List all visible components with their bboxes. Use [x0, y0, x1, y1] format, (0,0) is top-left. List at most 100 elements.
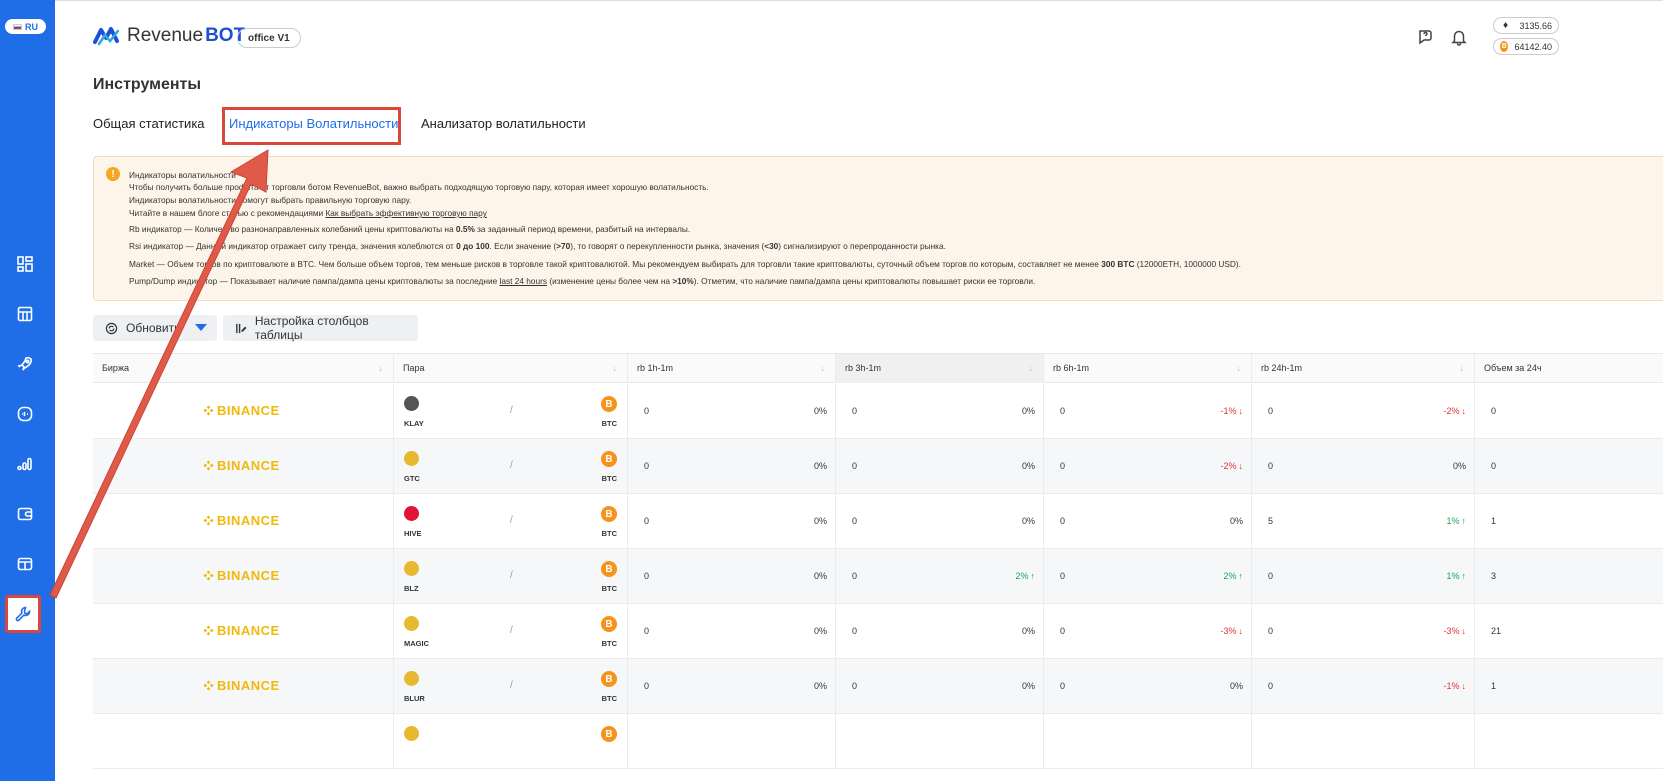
rocket-icon: [17, 356, 32, 371]
btc-icon: B: [601, 396, 617, 412]
sort-icon[interactable]: ↓: [1029, 354, 1034, 383]
help-button[interactable]: [1417, 28, 1437, 48]
revenuebot-logo[interactable]: Revenue BOT: [93, 24, 245, 48]
coin-icon: [404, 396, 419, 411]
sort-icon[interactable]: ↓: [379, 354, 384, 383]
rb3h-cell: 0 0%: [836, 384, 1044, 439]
coin-icon: [404, 506, 419, 521]
tab-general-stats[interactable]: Общая статистика: [93, 112, 205, 136]
sidebar-item-dashboard[interactable]: [14, 253, 36, 275]
rb6h-value: 0: [1060, 571, 1066, 581]
rb1h-cell: 0 0%: [628, 494, 836, 549]
exchange-cell: BINANCE: [93, 439, 394, 494]
column-header-rb24h[interactable]: rb 24h-1m ↓: [1252, 354, 1475, 383]
language-switch[interactable]: RU: [5, 19, 46, 34]
active-tab-highlight-box: [222, 107, 401, 145]
sort-icon[interactable]: ↓: [613, 354, 618, 383]
notice-rb: Rb индикатор — Количество разнонаправлен…: [129, 224, 691, 234]
rb6h-percent: -1% ↓: [1220, 406, 1243, 416]
column-header-rb6h[interactable]: rb 6h-1m ↓: [1044, 354, 1252, 383]
office-version-badge[interactable]: office V1: [237, 28, 301, 48]
btc-icon: B: [601, 726, 617, 742]
rb24h-value: 5: [1268, 516, 1274, 526]
column-header-volume-24h[interactable]: Объем за 24ч: [1475, 354, 1663, 383]
book-icon: [17, 557, 33, 571]
btc-icon: B: [601, 616, 617, 632]
btc-icon: B: [601, 561, 617, 577]
volume-cell: 0: [1475, 439, 1663, 494]
eth-balance[interactable]: ♦ 3135.66: [1493, 17, 1559, 34]
notifications-button[interactable]: [1450, 28, 1470, 48]
sidebar-item-docs[interactable]: [14, 553, 36, 575]
last-24-hours-link[interactable]: last 24 hours: [500, 276, 548, 286]
rb24h-value: 0: [1268, 626, 1274, 636]
rb1h-value: 0: [644, 681, 650, 691]
pair-cell: BLZ / B BTC: [394, 549, 628, 604]
tab-volatility-analyzer[interactable]: Анализатор волатильности: [421, 112, 586, 136]
rb6h-cell: [1044, 714, 1252, 769]
sidebar-item-terminal[interactable]: [14, 403, 36, 425]
rb1h-value: 0: [644, 461, 650, 471]
volume-value: 0: [1491, 406, 1497, 416]
btc-balance[interactable]: B 64142.40: [1493, 38, 1559, 55]
wrench-icon: [15, 606, 31, 622]
volume-value: 0: [1491, 461, 1497, 471]
sidebar-item-statistics[interactable]: [14, 453, 36, 475]
sidebar-item-bots[interactable]: [14, 353, 36, 375]
rb3h-cell: 0 2% ↑: [836, 549, 1044, 604]
rb3h-percent: 0%: [1021, 516, 1035, 526]
rb6h-cell: 0 -1% ↓: [1044, 384, 1252, 439]
rb1h-cell: 0 0%: [628, 604, 836, 659]
sidebar-item-store[interactable]: [14, 303, 36, 325]
binance-logo: BINANCE: [203, 458, 280, 473]
rb24h-cell: 0 -3% ↓: [1252, 604, 1475, 659]
exchange-name: BINANCE: [217, 458, 280, 473]
binance-logo: BINANCE: [203, 623, 280, 638]
notice-market: Market — Объем торгов по криптовалюте в …: [129, 259, 1241, 269]
sidebar-item-tools[interactable]: [5, 595, 41, 633]
table-row[interactable]: BINANCE BLZ / B BTC 0 0% 0 2%↑ 0 2%↑ 0: [93, 549, 1663, 604]
volume-cell: 0: [1475, 384, 1663, 439]
volume-value: 3: [1491, 571, 1497, 581]
blog-article-link[interactable]: Как выбрать эффективную торговую пару: [325, 208, 486, 218]
rb6h-value: 0: [1060, 681, 1066, 691]
trend-up-icon: ↑: [1238, 571, 1244, 581]
column-header-rb1h[interactable]: rb 1h-1m ↓: [628, 354, 836, 383]
table-row[interactable]: BINANCE HIVE / B BTC 0 0% 0 0% 0 0% 5 1%…: [93, 494, 1663, 549]
pair-separator: /: [510, 570, 513, 581]
volume-value: 21: [1491, 626, 1502, 636]
sidebar-item-wallet[interactable]: [14, 503, 36, 525]
coin-icon: [404, 726, 419, 741]
trend-down-icon: ↓: [1461, 681, 1467, 691]
table-row[interactable]: BINANCE KLAY / B BTC 0 0% 0 0% 0 -1%↓ 0: [93, 384, 1663, 439]
column-header-pair[interactable]: Пара ↓: [394, 354, 628, 383]
sort-icon[interactable]: ↓: [821, 354, 826, 383]
table-row[interactable]: BINANCE GTC / B BTC 0 0% 0 0% 0 -2%↓ 0: [93, 439, 1663, 494]
rb24h-percent: -1% ↓: [1443, 681, 1466, 691]
volume-cell: 1: [1475, 659, 1663, 714]
refresh-button[interactable]: Обновить: [93, 315, 217, 341]
rb24h-percent: 0%: [1452, 461, 1466, 471]
language-label: RU: [25, 21, 38, 32]
refresh-dropdown-caret-icon[interactable]: [195, 324, 207, 331]
column-header-rb3h[interactable]: rb 3h-1m ↓: [836, 354, 1044, 383]
table-columns-settings-button[interactable]: Настройка столбцов таблицы: [223, 314, 418, 342]
columns-settings-label: Настройка столбцов таблицы: [254, 314, 369, 342]
table-row[interactable]: BINANCE MAGIC / B BTC 0 0% 0 0% 0 -3% ↓ 0: [93, 604, 1663, 659]
exchange-name: BINANCE: [217, 678, 280, 693]
trend-down-icon: ↓: [1238, 626, 1244, 636]
rb1h-percent: 0%: [813, 406, 827, 416]
rb6h-percent: 2% ↑: [1223, 571, 1243, 581]
table-row[interactable]: B: [93, 714, 1663, 769]
column-header-exchange[interactable]: Биржа ↓: [93, 354, 394, 383]
base-coin-symbol: GTC: [404, 474, 420, 483]
trend-up-icon: ↑: [1461, 571, 1467, 581]
table-row[interactable]: BINANCE BLUR / B BTC 0 0% 0 0% 0 0% 0 -1…: [93, 659, 1663, 714]
binance-icon: [203, 680, 214, 691]
sort-icon[interactable]: ↓: [1460, 354, 1465, 383]
sort-icon[interactable]: ↓: [1237, 354, 1242, 383]
pair-cell: GTC / B BTC: [394, 439, 628, 494]
rb1h-cell: 0 0%: [628, 659, 836, 714]
rb3h-percent: 0%: [1021, 626, 1035, 636]
rb3h-cell: [836, 714, 1044, 769]
